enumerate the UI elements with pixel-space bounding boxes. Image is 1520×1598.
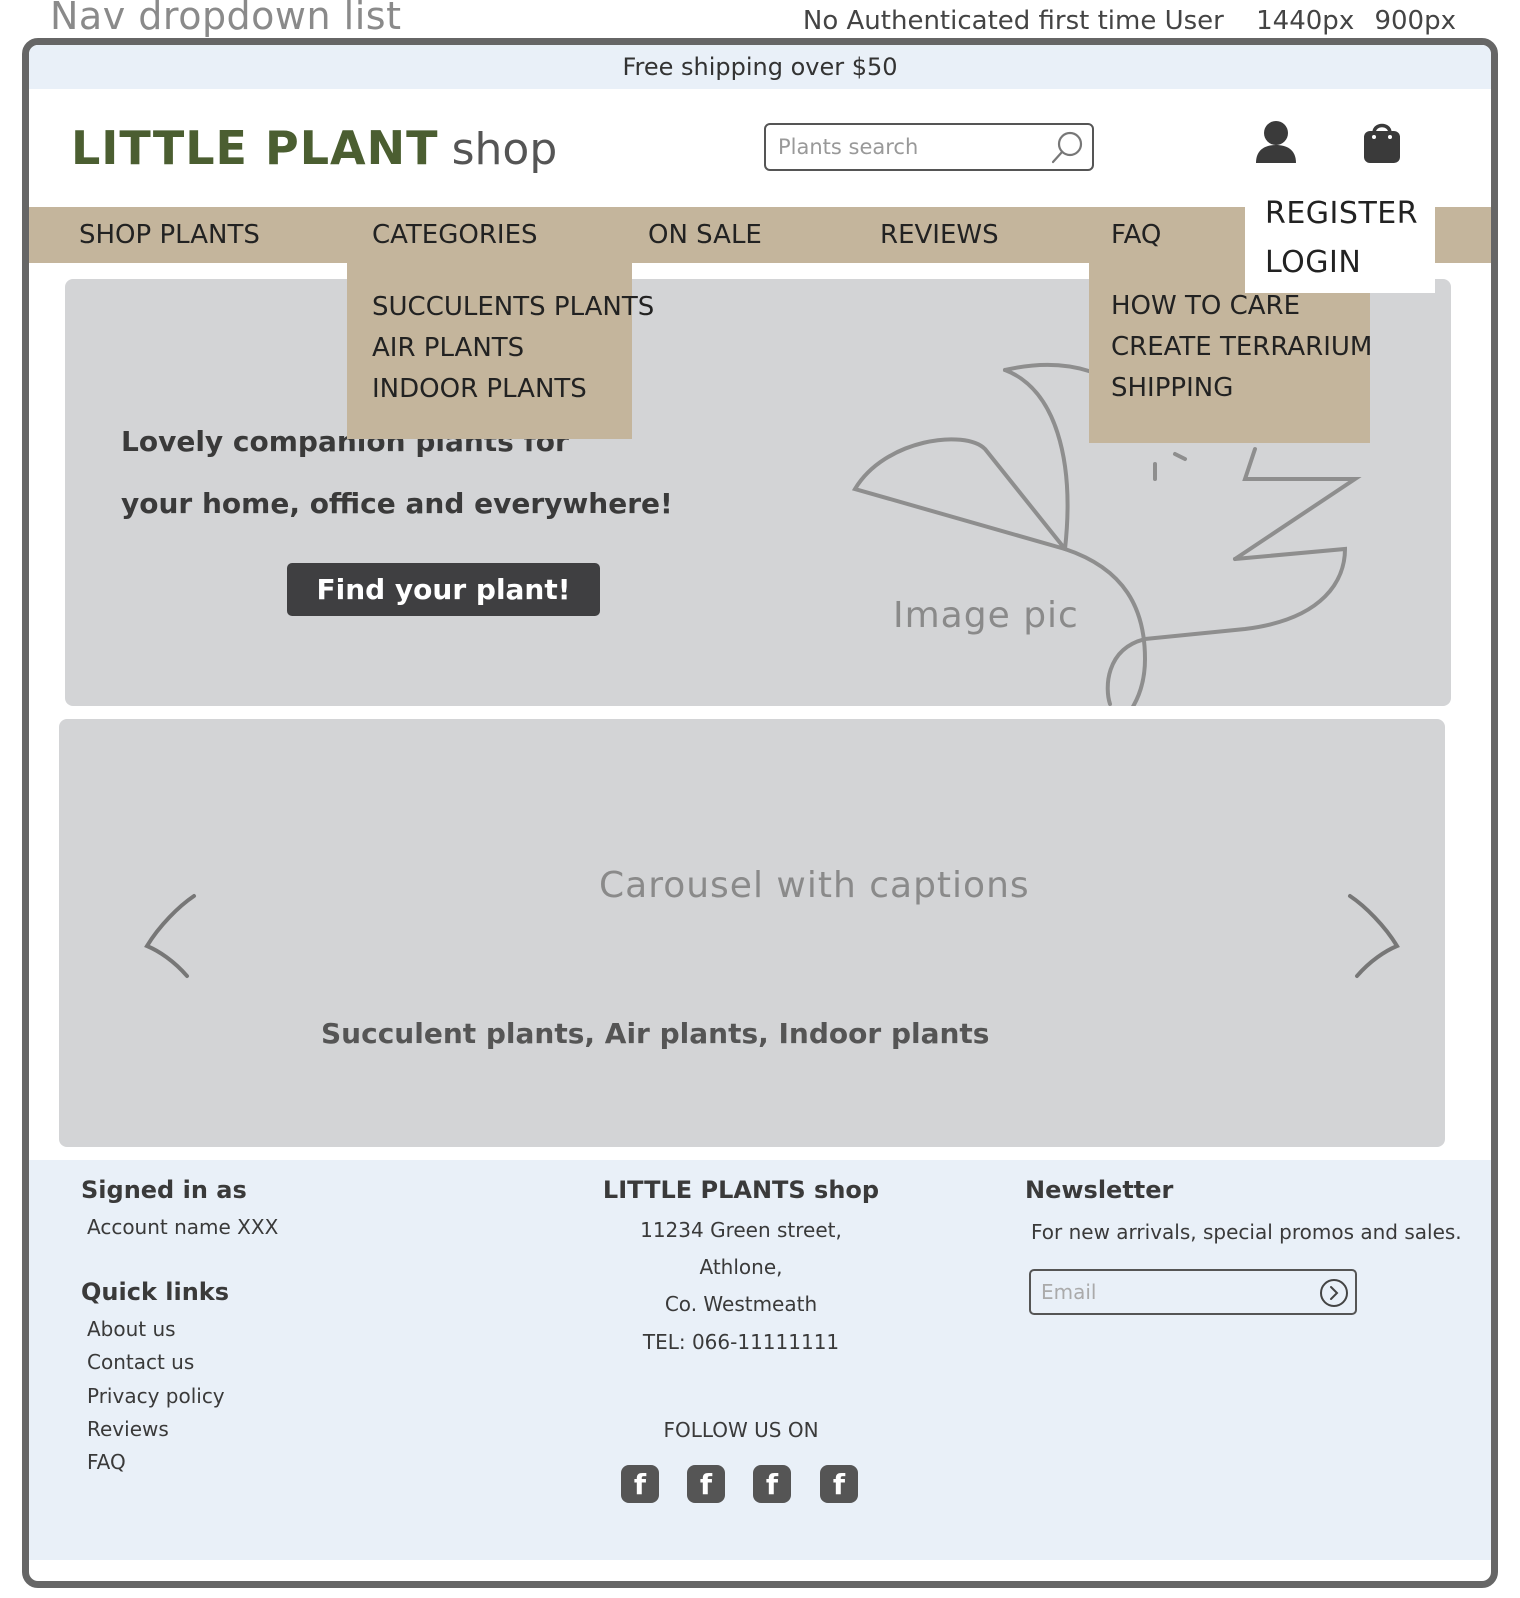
chevron-left-icon[interactable]	[139, 891, 199, 981]
address-line: Co. Westmeath	[664, 1292, 818, 1316]
facebook-icon[interactable]: f	[753, 1465, 791, 1503]
find-your-plant-button[interactable]: Find your plant!	[287, 563, 600, 616]
newsletter-heading: Newsletter	[1025, 1176, 1174, 1204]
newsletter-description: For new arrivals, special promos and sal…	[1031, 1220, 1462, 1244]
browser-frame: Free shipping over $50 LITTLE PLANT shop…	[22, 38, 1498, 1588]
facebook-icon[interactable]: f	[621, 1465, 659, 1503]
promo-bar: Free shipping over $50	[29, 45, 1491, 89]
wireframe-meta: No Authenticated first time User 1440px …	[779, 6, 1456, 36]
nav-reviews[interactable]: REVIEWS	[880, 207, 999, 263]
chevron-right-icon[interactable]	[1345, 891, 1405, 981]
footer: Signed in as Account name XXX Quick link…	[29, 1160, 1491, 1560]
height-label: 900px	[1374, 6, 1456, 36]
image-placeholder-label: Image pic	[893, 595, 1079, 636]
account-name: Account name XXX	[87, 1215, 279, 1239]
login-link[interactable]: LOGIN	[1265, 238, 1435, 287]
carousel: Carousel with captions Succulent plants,…	[59, 719, 1445, 1147]
user-state-label: No Authenticated first time User	[802, 6, 1224, 36]
signed-in-heading: Signed in as	[81, 1176, 247, 1204]
user-icon[interactable]	[1254, 119, 1298, 165]
search-input[interactable]	[766, 125, 1036, 169]
facebook-icon[interactable]: f	[687, 1465, 725, 1503]
nav-on-sale[interactable]: ON SALE	[648, 207, 762, 263]
search-box	[764, 123, 1094, 171]
footer-link-about[interactable]: About us	[87, 1317, 176, 1341]
phone-number: TEL: 066-11111111	[642, 1330, 840, 1354]
dropdown-item-succulents[interactable]: SUCCULENTS PLANTS	[372, 287, 654, 328]
hero-tagline-line2: your home, office and everywhere!	[121, 487, 673, 520]
dropdown-item-shipping[interactable]: SHIPPING	[1111, 368, 1370, 409]
email-field[interactable]	[1031, 1271, 1301, 1313]
footer-link-privacy[interactable]: Privacy policy	[87, 1384, 225, 1408]
dropdown-item-indoor-plants[interactable]: INDOOR PLANTS	[372, 369, 632, 410]
search-icon[interactable]	[1048, 129, 1086, 167]
carousel-caption: Succulent plants, Air plants, Indoor pla…	[321, 1017, 990, 1050]
nav-categories[interactable]: CATEGORIES	[347, 207, 632, 263]
footer-link-contact[interactable]: Contact us	[87, 1350, 194, 1374]
footer-link-reviews[interactable]: Reviews	[87, 1417, 169, 1441]
footer-link-faq[interactable]: FAQ	[87, 1450, 126, 1474]
newsletter-form	[1029, 1269, 1357, 1315]
width-label: 1440px	[1256, 6, 1355, 36]
register-link[interactable]: REGISTER	[1265, 189, 1435, 238]
categories-dropdown: SUCCULENTS PLANTS AIR PLANTS INDOOR PLAN…	[347, 263, 654, 439]
dropdown-item-air-plants[interactable]: AIR PLANTS	[372, 328, 632, 369]
facebook-icon[interactable]: f	[820, 1465, 858, 1503]
address-line: 11234 Green street,	[640, 1218, 842, 1242]
footer-shop-name: LITTLE PLANTS shop	[602, 1176, 880, 1204]
logo-sub-text: shop	[451, 124, 558, 175]
dropdown-item-create-terrarium[interactable]: CREATE TERRARIUM	[1111, 327, 1372, 368]
address-line: Athlone,	[699, 1255, 783, 1279]
carousel-placeholder-title: Carousel with captions	[599, 865, 1030, 906]
logo-main-text: LITTLE PLANT	[71, 121, 439, 175]
wireframe-title: Nav dropdown list	[50, 0, 402, 38]
follow-us-label: FOLLOW US ON	[663, 1418, 819, 1442]
arrow-circle-right-icon[interactable]	[1319, 1278, 1349, 1308]
quick-links-heading: Quick links	[81, 1278, 230, 1306]
shopping-bag-icon[interactable]	[1362, 119, 1402, 165]
nav-shop-plants[interactable]: SHOP PLANTS	[79, 207, 260, 263]
logo[interactable]: LITTLE PLANT shop	[71, 121, 557, 175]
account-menu: REGISTER LOGIN	[1245, 185, 1435, 293]
